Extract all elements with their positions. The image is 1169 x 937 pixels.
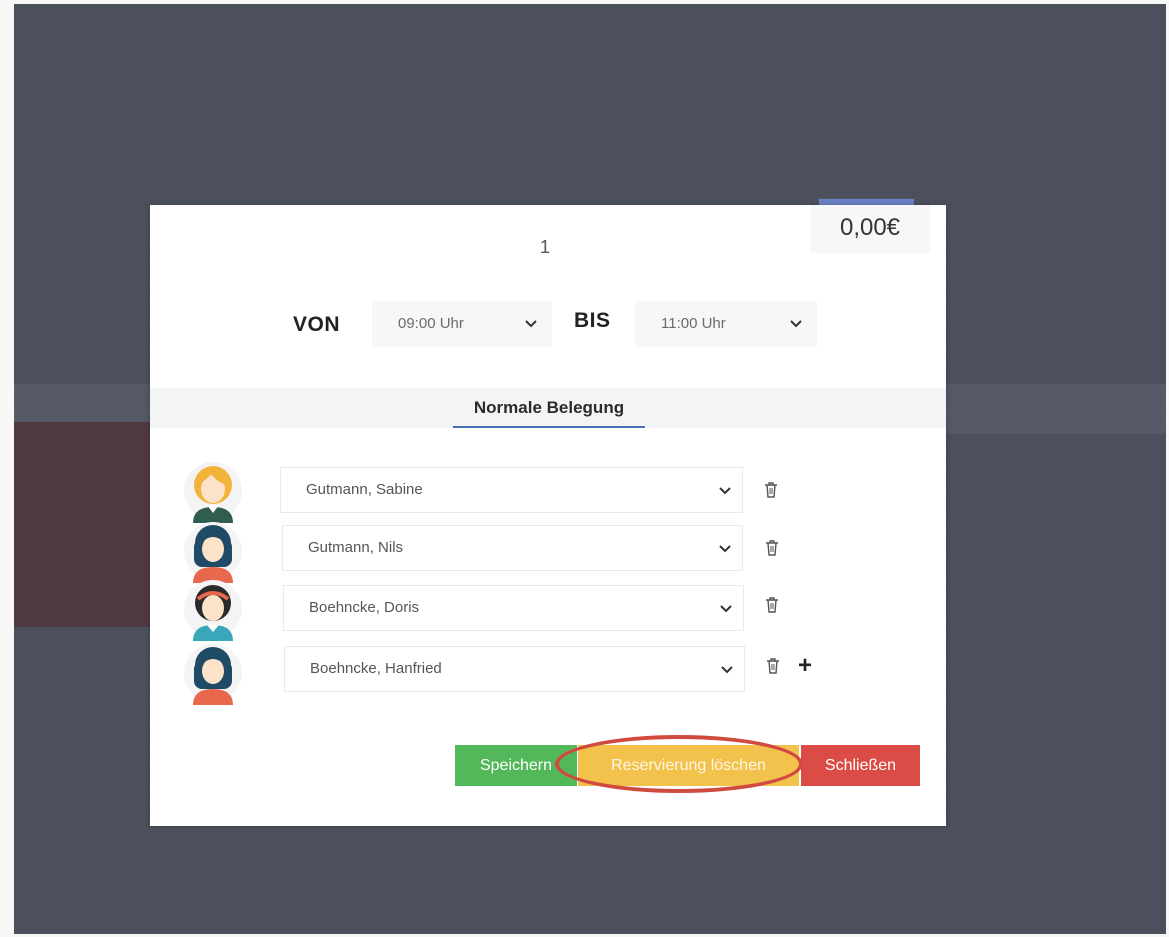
- female-dark-hair-avatar-icon: [184, 644, 242, 705]
- chevron-down-icon: [525, 320, 537, 328]
- guest-select-4[interactable]: Boehncke, Hanfried: [284, 646, 745, 692]
- price-display: 0,00€: [810, 205, 930, 253]
- to-label: BIS: [574, 309, 611, 332]
- female-dark-hair-avatar-icon: [184, 522, 242, 583]
- tab-normale-belegung[interactable]: Normale Belegung: [453, 393, 645, 428]
- close-button[interactable]: Schließen: [801, 745, 920, 786]
- chevron-down-icon: [790, 320, 802, 328]
- guest-name: Boehncke, Doris: [309, 599, 420, 616]
- save-button[interactable]: Speichern: [455, 745, 577, 786]
- female-headband-avatar-icon: [184, 580, 242, 641]
- chevron-down-icon: [721, 666, 733, 674]
- to-time-value: 11:00 Uhr: [661, 315, 726, 332]
- from-time-value: 09:00 Uhr: [398, 315, 464, 332]
- guest-name: Boehncke, Hanfried: [310, 660, 442, 677]
- trash-icon[interactable]: [765, 597, 779, 613]
- from-time-select[interactable]: 09:00 Uhr: [372, 301, 552, 347]
- chevron-down-icon: [719, 487, 731, 495]
- trash-icon[interactable]: [765, 540, 779, 556]
- guest-select-1[interactable]: Gutmann, Sabine: [280, 467, 743, 513]
- add-guest-button[interactable]: +: [798, 654, 812, 678]
- room-number: 1: [540, 237, 551, 257]
- reservation-dialog: 0,00€ 1 VON 09:00 Uhr BIS 11:00 Uhr Norm…: [150, 205, 946, 826]
- chevron-down-icon: [720, 605, 732, 613]
- trash-icon[interactable]: [764, 482, 778, 498]
- trash-icon[interactable]: [766, 658, 780, 674]
- guest-name: Gutmann, Nils: [308, 539, 404, 556]
- guest-select-2[interactable]: Gutmann, Nils: [282, 525, 743, 571]
- background-booking-block: [14, 422, 164, 627]
- from-label: VON: [293, 313, 341, 336]
- female-blonde-avatar-icon: [184, 462, 242, 523]
- to-time-select[interactable]: 11:00 Uhr: [635, 301, 817, 347]
- guest-select-3[interactable]: Boehncke, Doris: [283, 585, 744, 631]
- guest-name: Gutmann, Sabine: [306, 481, 423, 498]
- chevron-down-icon: [719, 545, 731, 553]
- delete-reservation-button[interactable]: Reservierung löschen: [578, 745, 799, 786]
